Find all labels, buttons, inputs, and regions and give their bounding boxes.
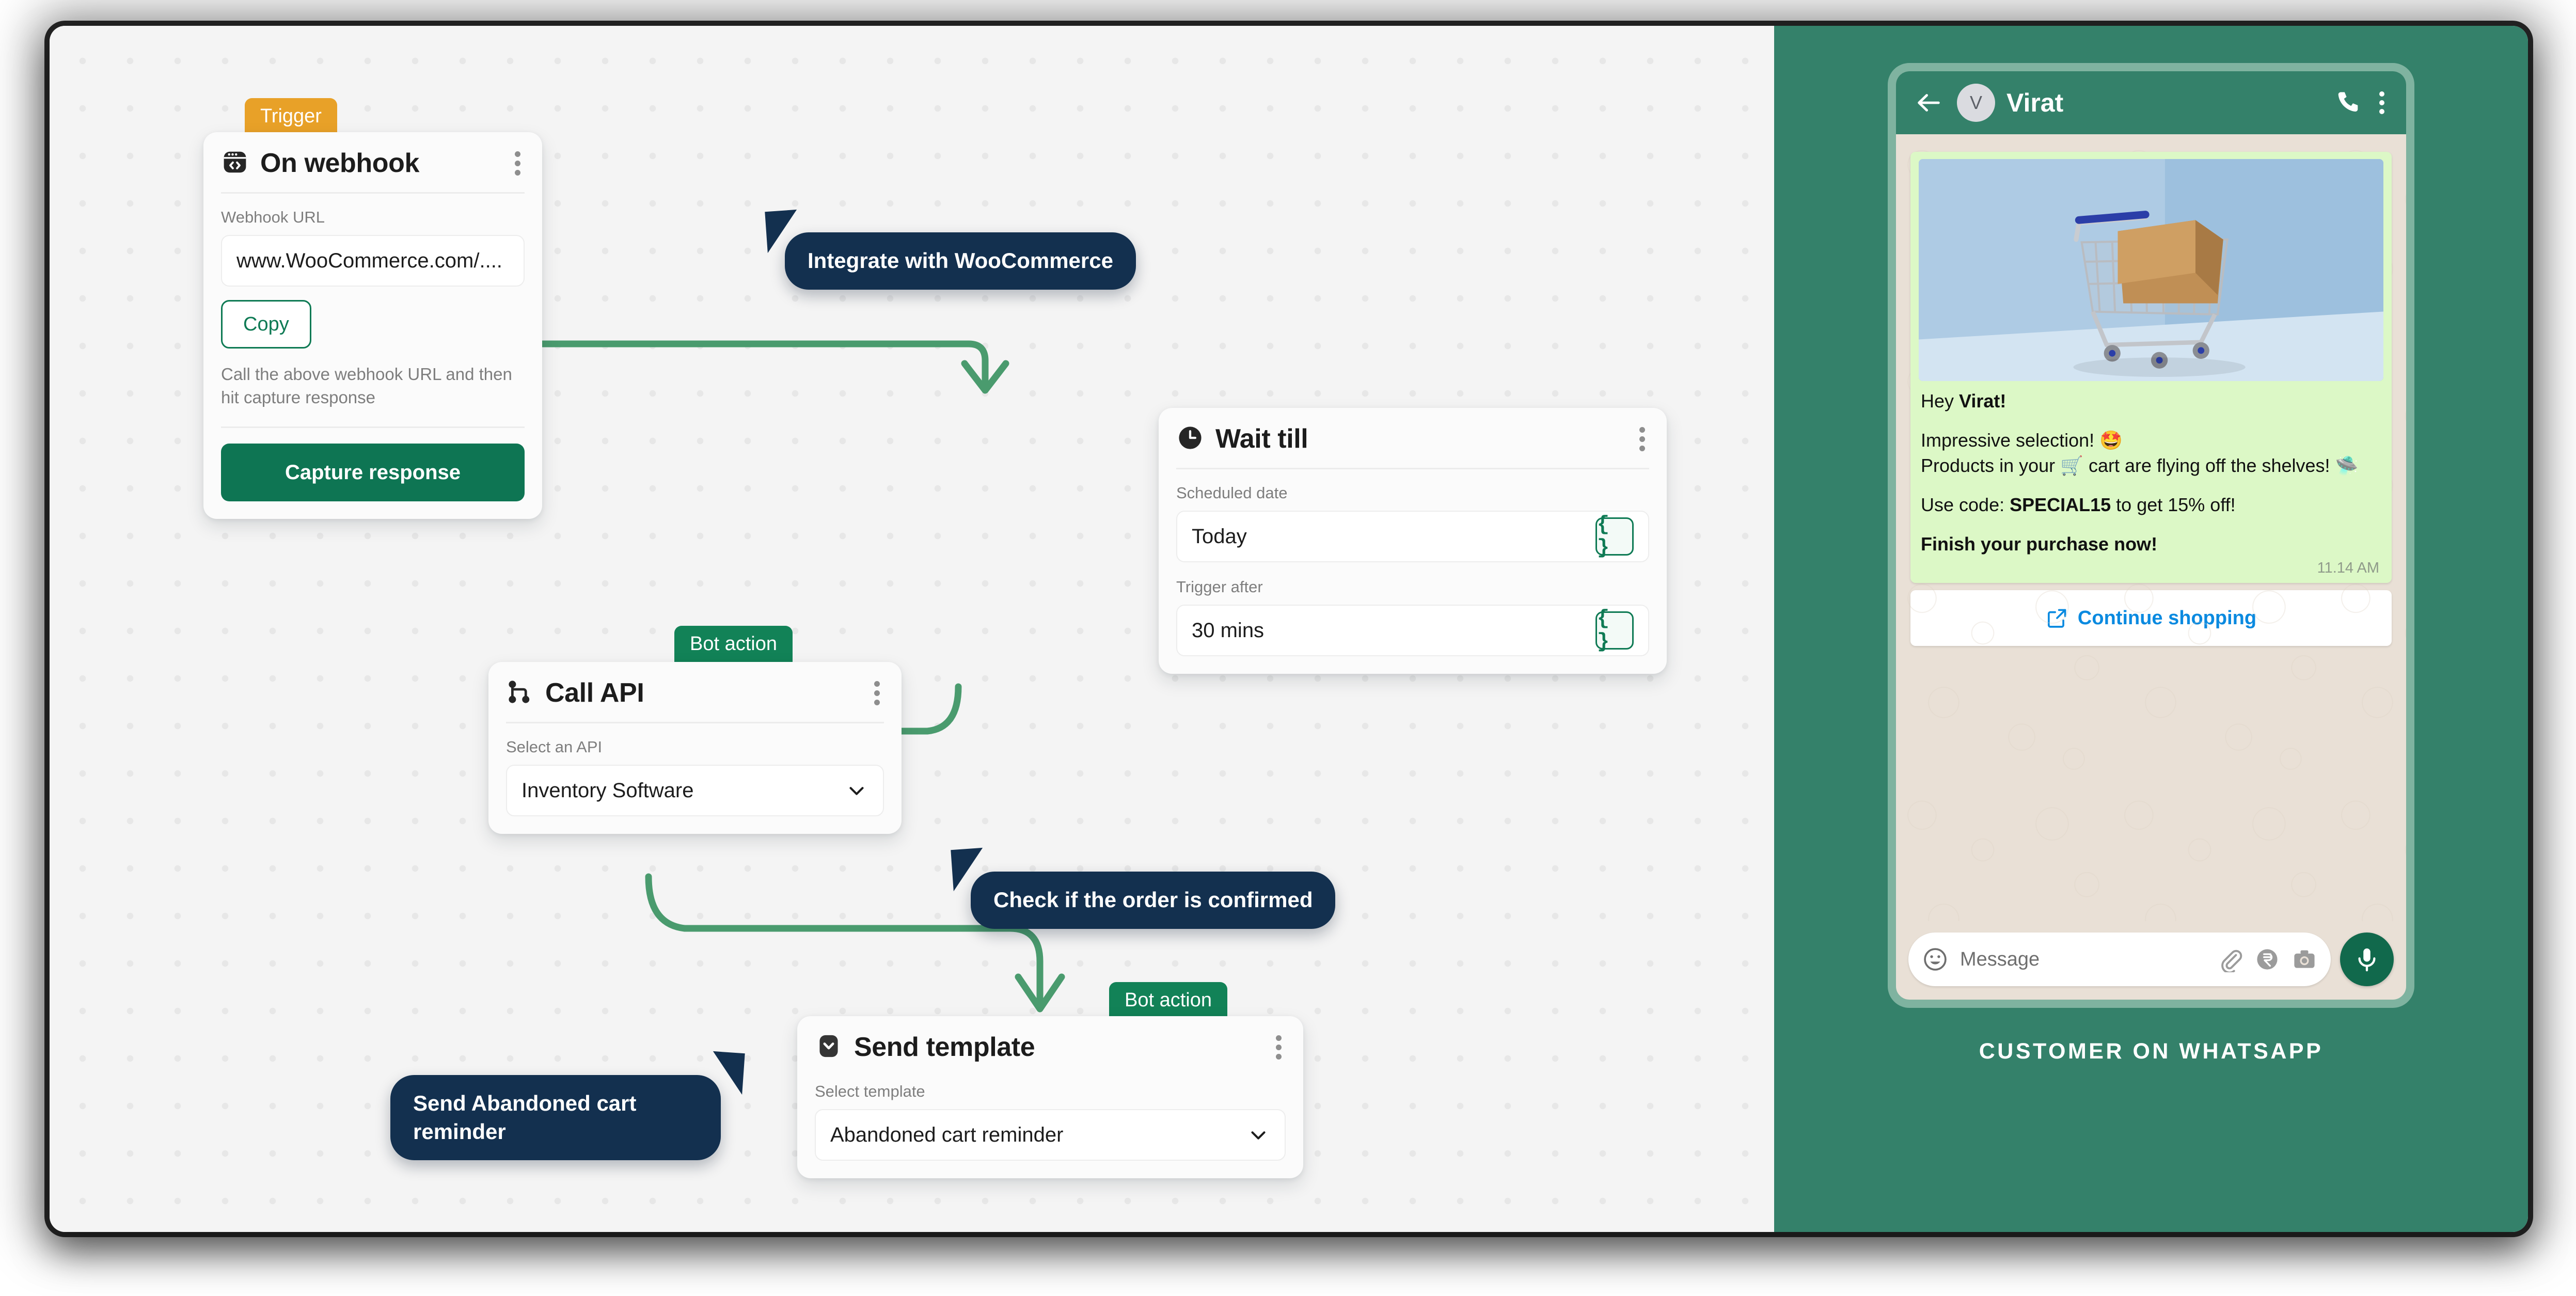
- callout-text: Integrate with WooCommerce: [808, 248, 1113, 273]
- message-timestamp: 11.14 AM: [2317, 560, 2379, 577]
- template-message-bubble: Hey Virat! Impressive selection! 🤩 Produ…: [1910, 152, 2392, 583]
- message-promo: Use code: SPECIAL15 to get 15% off!: [1921, 492, 2381, 518]
- node-body: Webhook URL www.WooCommerce.com/.... Cop…: [203, 194, 542, 426]
- message-placeholder: Message: [1960, 948, 2040, 970]
- callout-tail-icon: [710, 1051, 745, 1095]
- node-menu-button[interactable]: [870, 678, 884, 708]
- attachment-icon[interactable]: [2217, 946, 2243, 972]
- node-title: Wait till: [1215, 424, 1308, 454]
- chevron-down-icon: [1251, 1131, 1266, 1140]
- phone-mockup: V Virat Hey Virat! Impressive selection!…: [1888, 63, 2414, 1008]
- node-header: On webhook: [203, 132, 542, 192]
- trigger-after-label: Trigger after: [1176, 578, 1263, 596]
- message-line-b: Products in your 🛒 cart are flying off t…: [1921, 455, 2359, 477]
- whatsapp-message-list: Hey Virat! Impressive selection! 🤩 Produ…: [1896, 134, 2406, 921]
- panel-caption: CUSTOMER ON WHATSAPP: [1979, 1039, 2324, 1064]
- message-text: Hey Virat! Impressive selection! 🤩 Produ…: [1921, 388, 2381, 557]
- promo-code: SPECIAL15: [2010, 494, 2111, 516]
- variable-token-icon[interactable]: { }: [1595, 607, 1634, 654]
- message-closing: Finish your purchase now!: [1921, 531, 2381, 557]
- scheduled-date-input[interactable]: Today { }: [1176, 511, 1649, 562]
- external-link-icon: [2047, 609, 2066, 628]
- whatsapp-preview-panel: V Virat Hey Virat! Impressive selection!…: [1774, 26, 2528, 1232]
- node-header: Wait till: [1159, 408, 1667, 468]
- select-api-dropdown[interactable]: Inventory Software: [506, 765, 884, 816]
- node-body: Scheduled date Today { } Trigger after 3…: [1159, 469, 1667, 674]
- callout-abandoned-cart: Send Abandoned cart reminder: [390, 1051, 745, 1161]
- clock-icon: [1176, 424, 1204, 454]
- back-arrow-icon[interactable]: [1914, 88, 1943, 118]
- select-template-label: Select template: [815, 1082, 925, 1100]
- callout-text: Check if the order is confirmed: [993, 888, 1313, 912]
- variable-token-icon[interactable]: { }: [1595, 513, 1634, 560]
- emoji-icon[interactable]: [1922, 946, 1949, 973]
- webhook-helper-text: Call the above webhook URL and then hit …: [221, 365, 512, 407]
- greeting-name: Virat!: [1959, 390, 2006, 412]
- callout-text: Send Abandoned cart reminder: [413, 1091, 637, 1144]
- select-template-dropdown[interactable]: Abandoned cart reminder: [815, 1109, 1286, 1161]
- camera-icon[interactable]: [2291, 946, 2317, 972]
- node-send-template[interactable]: Send template Select template Abandoned …: [797, 1016, 1303, 1178]
- callout-tail-icon: [765, 209, 800, 254]
- callout-order-confirmed: Check if the order is confirmed: [951, 847, 1336, 929]
- webhook-url-value: www.WooCommerce.com/....: [236, 249, 502, 272]
- abandoned-cart-image: [1919, 159, 2383, 381]
- promo-prefix: Use code:: [1921, 494, 2010, 516]
- whatsapp-composer: Message: [1896, 921, 2406, 1000]
- rupee-payment-icon[interactable]: [2254, 946, 2280, 972]
- scheduled-date-label: Scheduled date: [1176, 484, 1288, 502]
- phone-call-icon[interactable]: [2333, 88, 2362, 117]
- scheduled-date-value: Today: [1192, 525, 1247, 548]
- node-menu-button[interactable]: [1635, 424, 1649, 454]
- badge-bot-action-call-api: Bot action: [674, 626, 793, 665]
- flow-builder-canvas: .wire{fill:none;stroke:#4a9b6e;stroke-wi…: [50, 26, 1774, 1232]
- greeting-prefix: Hey: [1921, 390, 1959, 412]
- message-body: Impressive selection! 🤩 Products in your…: [1921, 428, 2381, 479]
- badge-trigger: Trigger: [245, 98, 337, 137]
- illustration-frame: .wire{fill:none;stroke:#4a9b6e;stroke-wi…: [50, 26, 2528, 1232]
- node-on-webhook[interactable]: On webhook Webhook URL www.WooCommerce.c…: [203, 132, 542, 519]
- continue-shopping-label: Continue shopping: [2077, 607, 2257, 629]
- select-api-label: Select an API: [506, 738, 603, 756]
- node-menu-button[interactable]: [1272, 1032, 1286, 1063]
- contact-name: Virat: [2006, 88, 2064, 117]
- chevron-down-icon: [849, 787, 864, 795]
- avatar: V: [1957, 84, 1995, 122]
- whatsapp-chat-header: V Virat: [1896, 71, 2406, 134]
- node-body: Select template Abandoned cart reminder: [797, 1076, 1303, 1178]
- branch-node-icon: [506, 678, 534, 708]
- callout-woocommerce: Integrate with WooCommerce: [765, 209, 1136, 290]
- badge-bot-action-send-template: Bot action: [1109, 982, 1227, 1021]
- trigger-after-value: 30 mins: [1192, 619, 1265, 642]
- microphone-icon: [2358, 948, 2376, 972]
- message-greeting: Hey Virat!: [1921, 388, 2381, 414]
- webhook-url-label: Webhook URL: [221, 208, 325, 226]
- node-title: On webhook: [260, 148, 420, 178]
- webhook-code-icon: [221, 148, 249, 179]
- message-line-a: Impressive selection! 🤩: [1921, 429, 2123, 451]
- select-template-value: Abandoned cart reminder: [830, 1123, 1064, 1146]
- webhook-url-input[interactable]: www.WooCommerce.com/....: [221, 235, 525, 287]
- select-api-value: Inventory Software: [521, 779, 694, 802]
- trigger-after-input[interactable]: 30 mins { }: [1176, 605, 1649, 656]
- promo-suffix: to get 15% off!: [2111, 494, 2236, 516]
- voice-record-button[interactable]: [2340, 933, 2394, 986]
- node-wait-till[interactable]: Wait till Scheduled date Today { } Trigg…: [1159, 408, 1667, 674]
- callout-tail-icon: [951, 847, 986, 892]
- node-header: Send template: [797, 1016, 1303, 1076]
- node-title: Send template: [854, 1032, 1035, 1062]
- node-call-api[interactable]: Call API Select an API Inventory Softwar…: [488, 662, 902, 834]
- node-title: Call API: [545, 678, 644, 708]
- closing-text: Finish your purchase now!: [1921, 533, 2158, 555]
- copy-button[interactable]: Copy: [221, 300, 311, 349]
- chevron-square-icon: [815, 1032, 843, 1063]
- chat-menu-button[interactable]: [2375, 88, 2389, 117]
- message-input[interactable]: Message: [1908, 933, 2331, 986]
- node-header: Call API: [488, 662, 902, 722]
- node-menu-button[interactable]: [511, 148, 525, 179]
- continue-shopping-button[interactable]: Continue shopping: [1910, 590, 2392, 646]
- node-body: Select an API Inventory Software: [488, 723, 902, 834]
- capture-response-button[interactable]: Capture response: [221, 444, 525, 502]
